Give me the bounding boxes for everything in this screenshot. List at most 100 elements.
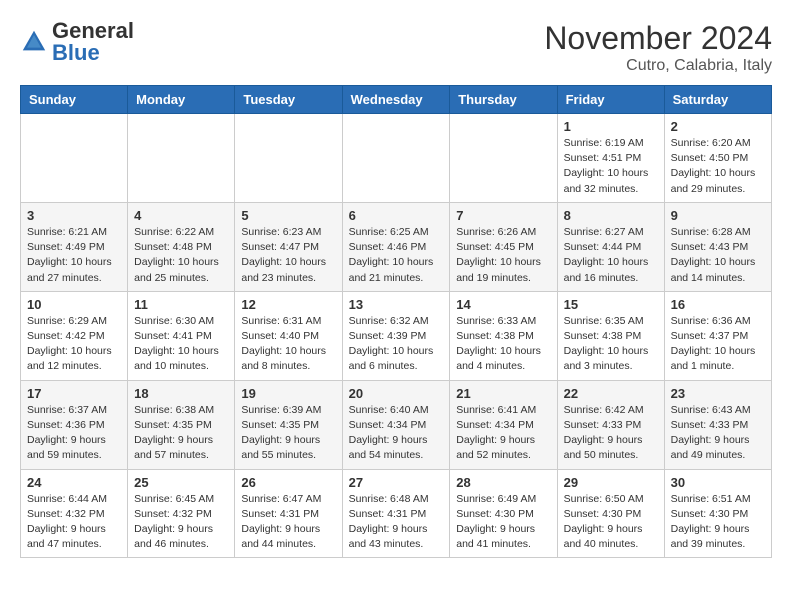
calendar-cell: 21 Sunrise: 6:41 AM Sunset: 4:34 PM Dayli… <box>450 380 557 469</box>
day-info: Sunrise: 6:21 AM Sunset: 4:49 PM Dayligh… <box>27 225 121 286</box>
day-info: Sunrise: 6:41 AM Sunset: 4:34 PM Dayligh… <box>456 403 550 464</box>
day-info: Sunrise: 6:30 AM Sunset: 4:41 PM Dayligh… <box>134 314 228 375</box>
calendar-cell: 4Sunrise: 6:22 AM Sunset: 4:48 PM Daylig… <box>128 202 235 291</box>
calendar-week-row: 10 Sunrise: 6:29 AM Sunset: 4:42 PM Dayli… <box>21 291 772 380</box>
month-title: November 2024 <box>544 20 772 57</box>
day-info: Sunrise: 6:45 AM Sunset: 4:32 PM Dayligh… <box>134 492 228 553</box>
day-number: 6 <box>349 208 444 223</box>
day-number: 10 <box>27 297 121 312</box>
day-info: Sunrise: 6:29 AM Sunset: 4:42 PM Dayligh… <box>27 314 121 375</box>
calendar-cell: 28 Sunrise: 6:49 AM Sunset: 4:30 PM Dayli… <box>450 469 557 558</box>
location: Cutro, Calabria, Italy <box>544 57 772 75</box>
day-number: 12 <box>241 297 335 312</box>
calendar-cell: 23 Sunrise: 6:43 AM Sunset: 4:33 PM Dayli… <box>664 380 771 469</box>
logo-blue-text: Blue <box>52 40 100 65</box>
day-info: Sunrise: 6:40 AM Sunset: 4:34 PM Dayligh… <box>349 403 444 464</box>
calendar-cell <box>450 114 557 203</box>
title-block: November 2024 Cutro, Calabria, Italy <box>544 20 772 75</box>
calendar-week-row: 3Sunrise: 6:21 AM Sunset: 4:49 PM Daylig… <box>21 202 772 291</box>
day-info: Sunrise: 6:28 AM Sunset: 4:43 PM Dayligh… <box>671 225 765 286</box>
day-number: 24 <box>27 475 121 490</box>
calendar-cell: 26Sunrise: 6:47 AM Sunset: 4:31 PM Dayli… <box>235 469 342 558</box>
day-info: Sunrise: 6:43 AM Sunset: 4:33 PM Dayligh… <box>671 403 765 464</box>
calendar-cell: 2 Sunrise: 6:20 AM Sunset: 4:50 PM Daylig… <box>664 114 771 203</box>
day-number: 13 <box>349 297 444 312</box>
weekday-header: Thursday <box>450 86 557 114</box>
calendar-cell: 3Sunrise: 6:21 AM Sunset: 4:49 PM Daylig… <box>21 202 128 291</box>
day-number: 19 <box>241 386 335 401</box>
calendar-cell: 17Sunrise: 6:37 AM Sunset: 4:36 PM Dayli… <box>21 380 128 469</box>
day-info: Sunrise: 6:31 AM Sunset: 4:40 PM Dayligh… <box>241 314 335 375</box>
weekday-header: Wednesday <box>342 86 450 114</box>
day-number: 25 <box>134 475 228 490</box>
calendar-cell: 24 Sunrise: 6:44 AM Sunset: 4:32 PM Dayli… <box>21 469 128 558</box>
day-number: 20 <box>349 386 444 401</box>
day-info: Sunrise: 6:44 AM Sunset: 4:32 PM Dayligh… <box>27 492 121 553</box>
day-info: Sunrise: 6:19 AM Sunset: 4:51 PM Dayligh… <box>564 136 658 197</box>
day-number: 28 <box>456 475 550 490</box>
day-info: Sunrise: 6:35 AM Sunset: 4:38 PM Dayligh… <box>564 314 658 375</box>
day-info: Sunrise: 6:48 AM Sunset: 4:31 PM Dayligh… <box>349 492 444 553</box>
day-info: Sunrise: 6:47 AM Sunset: 4:31 PM Dayligh… <box>241 492 335 553</box>
day-info: Sunrise: 6:51 AM Sunset: 4:30 PM Dayligh… <box>671 492 765 553</box>
calendar-cell: 6 Sunrise: 6:25 AM Sunset: 4:46 PM Daylig… <box>342 202 450 291</box>
day-number: 29 <box>564 475 658 490</box>
calendar-cell: 1Sunrise: 6:19 AM Sunset: 4:51 PM Daylig… <box>557 114 664 203</box>
weekday-header: Tuesday <box>235 86 342 114</box>
calendar-cell: 7 Sunrise: 6:26 AM Sunset: 4:45 PM Daylig… <box>450 202 557 291</box>
day-info: Sunrise: 6:20 AM Sunset: 4:50 PM Dayligh… <box>671 136 765 197</box>
calendar-cell: 14 Sunrise: 6:33 AM Sunset: 4:38 PM Dayli… <box>450 291 557 380</box>
logo: General Blue <box>20 20 134 64</box>
day-number: 7 <box>456 208 550 223</box>
page-header: General Blue November 2024 Cutro, Calabr… <box>20 20 772 75</box>
calendar-cell <box>21 114 128 203</box>
day-info: Sunrise: 6:38 AM Sunset: 4:35 PM Dayligh… <box>134 403 228 464</box>
calendar-cell: 22 Sunrise: 6:42 AM Sunset: 4:33 PM Dayli… <box>557 380 664 469</box>
day-info: Sunrise: 6:23 AM Sunset: 4:47 PM Dayligh… <box>241 225 335 286</box>
day-info: Sunrise: 6:49 AM Sunset: 4:30 PM Dayligh… <box>456 492 550 553</box>
logo-icon <box>20 28 48 56</box>
calendar-week-row: 17Sunrise: 6:37 AM Sunset: 4:36 PM Dayli… <box>21 380 772 469</box>
calendar-cell: 11Sunrise: 6:30 AM Sunset: 4:41 PM Dayli… <box>128 291 235 380</box>
calendar-cell: 12 Sunrise: 6:31 AM Sunset: 4:40 PM Dayli… <box>235 291 342 380</box>
calendar-cell: 5 Sunrise: 6:23 AM Sunset: 4:47 PM Daylig… <box>235 202 342 291</box>
day-info: Sunrise: 6:22 AM Sunset: 4:48 PM Dayligh… <box>134 225 228 286</box>
day-number: 22 <box>564 386 658 401</box>
day-number: 14 <box>456 297 550 312</box>
day-info: Sunrise: 6:33 AM Sunset: 4:38 PM Dayligh… <box>456 314 550 375</box>
calendar-cell: 10 Sunrise: 6:29 AM Sunset: 4:42 PM Dayli… <box>21 291 128 380</box>
day-number: 30 <box>671 475 765 490</box>
calendar-cell: 30 Sunrise: 6:51 AM Sunset: 4:30 PM Dayli… <box>664 469 771 558</box>
day-info: Sunrise: 6:26 AM Sunset: 4:45 PM Dayligh… <box>456 225 550 286</box>
calendar-cell: 29Sunrise: 6:50 AM Sunset: 4:30 PM Dayli… <box>557 469 664 558</box>
day-info: Sunrise: 6:39 AM Sunset: 4:35 PM Dayligh… <box>241 403 335 464</box>
calendar-header-row: SundayMondayTuesdayWednesdayThursdayFrid… <box>21 86 772 114</box>
calendar-cell: 15Sunrise: 6:35 AM Sunset: 4:38 PM Dayli… <box>557 291 664 380</box>
calendar-cell: 27 Sunrise: 6:48 AM Sunset: 4:31 PM Dayli… <box>342 469 450 558</box>
day-info: Sunrise: 6:37 AM Sunset: 4:36 PM Dayligh… <box>27 403 121 464</box>
day-info: Sunrise: 6:36 AM Sunset: 4:37 PM Dayligh… <box>671 314 765 375</box>
day-info: Sunrise: 6:32 AM Sunset: 4:39 PM Dayligh… <box>349 314 444 375</box>
day-number: 27 <box>349 475 444 490</box>
weekday-header: Monday <box>128 86 235 114</box>
calendar-cell <box>128 114 235 203</box>
weekday-header: Sunday <box>21 86 128 114</box>
day-number: 5 <box>241 208 335 223</box>
calendar-cell: 20 Sunrise: 6:40 AM Sunset: 4:34 PM Dayli… <box>342 380 450 469</box>
day-number: 18 <box>134 386 228 401</box>
calendar-cell: 18 Sunrise: 6:38 AM Sunset: 4:35 PM Dayli… <box>128 380 235 469</box>
day-info: Sunrise: 6:27 AM Sunset: 4:44 PM Dayligh… <box>564 225 658 286</box>
day-info: Sunrise: 6:42 AM Sunset: 4:33 PM Dayligh… <box>564 403 658 464</box>
calendar-cell: 19 Sunrise: 6:39 AM Sunset: 4:35 PM Dayli… <box>235 380 342 469</box>
calendar-week-row: 1Sunrise: 6:19 AM Sunset: 4:51 PM Daylig… <box>21 114 772 203</box>
calendar-cell: 9 Sunrise: 6:28 AM Sunset: 4:43 PM Daylig… <box>664 202 771 291</box>
calendar-cell <box>342 114 450 203</box>
calendar-week-row: 24 Sunrise: 6:44 AM Sunset: 4:32 PM Dayli… <box>21 469 772 558</box>
day-info: Sunrise: 6:25 AM Sunset: 4:46 PM Dayligh… <box>349 225 444 286</box>
day-number: 2 <box>671 119 765 134</box>
day-number: 9 <box>671 208 765 223</box>
day-number: 21 <box>456 386 550 401</box>
weekday-header: Saturday <box>664 86 771 114</box>
calendar-table: SundayMondayTuesdayWednesdayThursdayFrid… <box>20 85 772 558</box>
day-number: 23 <box>671 386 765 401</box>
